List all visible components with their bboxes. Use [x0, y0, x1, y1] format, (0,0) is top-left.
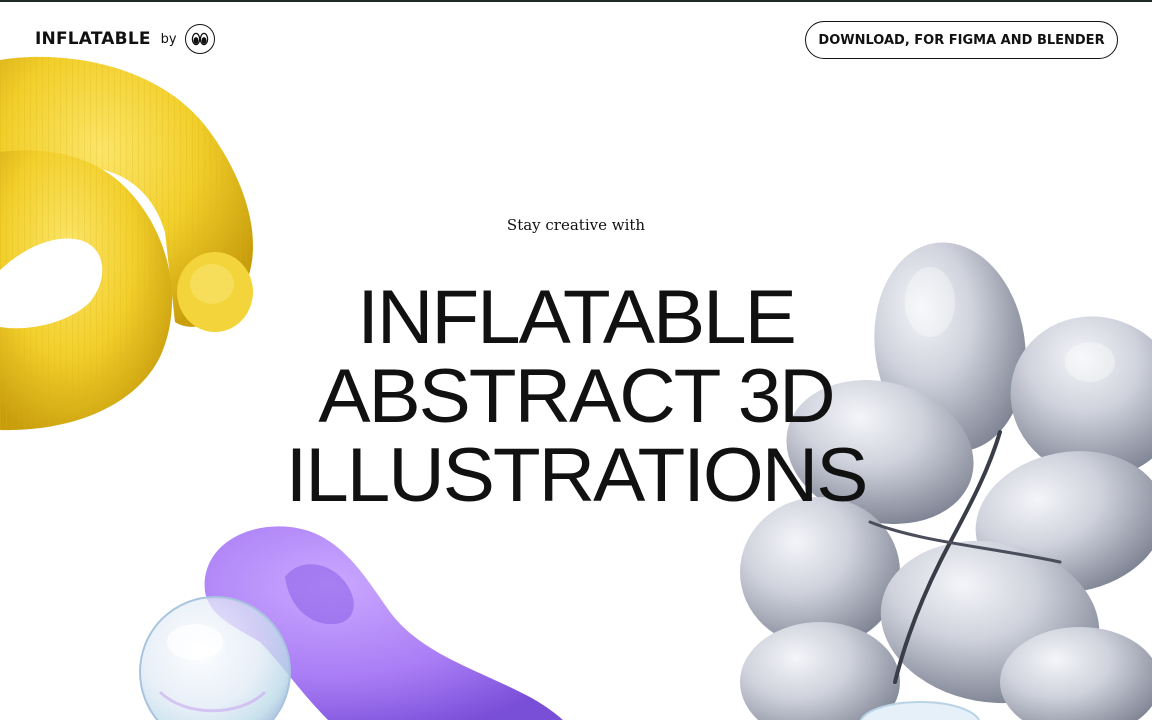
brand-by-label: by — [160, 31, 177, 47]
headline-line-3: ILLUSTRATIONS — [285, 433, 869, 518]
landing-page: INFLATABLE by DOWNLOAD, FOR FIGMA AND BL… — [0, 0, 1152, 720]
hero-headline: INFLATABLE ABSTRACT 3D ILLUSTRATIONS — [0, 278, 1152, 515]
brand-header: INFLATABLE by — [35, 24, 215, 54]
hero-tagline: Stay creative with — [506, 216, 646, 234]
headline-line-2: ABSTRACT 3D — [318, 354, 835, 439]
headline-line-1: INFLATABLE — [357, 275, 797, 360]
download-button[interactable]: DOWNLOAD, FOR FIGMA AND BLENDER — [805, 21, 1118, 59]
brand-name[interactable]: INFLATABLE — [35, 29, 151, 49]
eyes-logo-icon[interactable] — [184, 24, 215, 54]
